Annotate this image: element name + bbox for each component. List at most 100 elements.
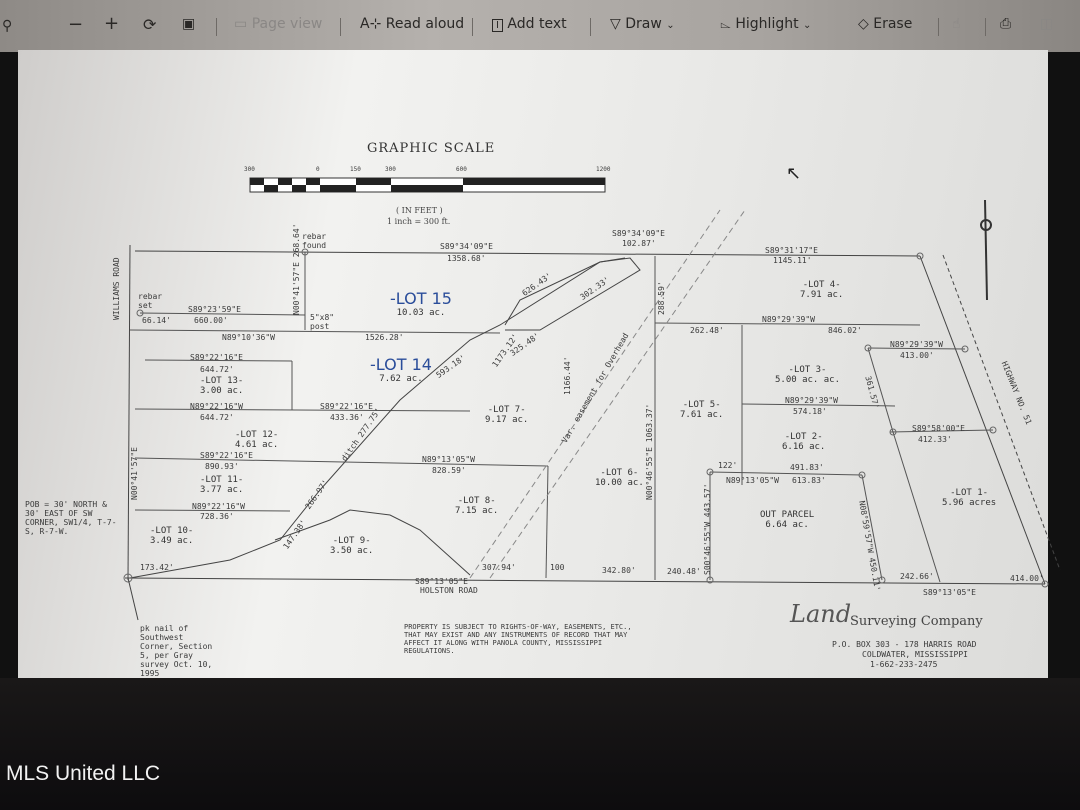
lot-15-label: -LOT 15 10.03 ac.	[390, 289, 452, 318]
boundary-distance: 100	[550, 563, 565, 572]
rebar-found-label: rebar found	[302, 232, 327, 250]
lot-bearing: N89°22'16"W	[190, 402, 243, 411]
lot-bearing: S89°22'16"E	[190, 353, 243, 362]
lot-area: 3.49 ac.	[150, 536, 194, 546]
property-notice: PROPERTY IS SUBJECT TO RIGHTS-OF-WAY, EA…	[404, 623, 632, 655]
scale-tick: 1200	[596, 166, 611, 173]
lot-bearing: N89°29'39"W	[762, 315, 815, 324]
lot-bearing: N00°41'57"E	[130, 447, 139, 500]
lot-8-label: -LOT 8- 7.15 ac.	[455, 496, 498, 516]
lot-name: -LOT 15	[390, 289, 452, 308]
lot-14-label: -LOT 14 7.62 ac.	[370, 355, 432, 384]
lot-area: 3.77 ac.	[200, 485, 244, 495]
screen-bezel	[0, 678, 1080, 810]
lot-4-label: -LOT 4- 7.91 ac.	[800, 280, 843, 300]
lot-12-label: -LOT 12- 4.61 ac.	[235, 430, 278, 450]
williams-road-label: WILLIAMS ROAD	[112, 257, 121, 320]
pk-nail-leader	[127, 577, 139, 621]
lot-area: 9.17 ac.	[485, 415, 529, 425]
company-phone: 1-662-233-2475	[870, 660, 938, 669]
lot-area: 3.50 ac.	[330, 546, 374, 556]
lot-bearing: N89°10'36"W	[222, 333, 275, 342]
lot-area: 10.00 ac.	[595, 478, 644, 488]
lot-name: -LOT 3-	[788, 365, 827, 375]
lot-distance: 412.33'	[918, 435, 952, 444]
lot-name: -LOT 8-	[457, 496, 496, 506]
boundary-distance: 307.94'	[482, 563, 516, 572]
lot-name: -LOT 11-	[200, 475, 244, 485]
lot-name: -LOT 6-	[600, 468, 639, 478]
boundary-distance: 173.42'	[140, 563, 174, 572]
lot-distance: 1526.28'	[365, 333, 404, 342]
pk-nail-note: pk nail of Southwest Corner, Section 5, …	[140, 624, 213, 678]
graphic-scale-bar	[249, 177, 606, 193]
lot-6-label: -LOT 6- 10.00 ac.	[595, 468, 644, 488]
lot-bearing: N00°41'57"E 268.64'	[292, 223, 301, 315]
lot-distance: 613.83'	[792, 476, 826, 485]
lot-name: -LOT 1-	[950, 488, 989, 498]
watermark: MLS United LLC	[6, 762, 161, 785]
lot-area: 4.61 ac.	[235, 440, 279, 450]
lot-bearing: S89°23'59"E	[188, 305, 241, 314]
lot-name: -LOT 13-	[200, 376, 244, 386]
boundary-distance: 242.66'	[900, 572, 934, 581]
lot-area: 7.61 ac.	[680, 410, 724, 420]
lot-name: -LOT 7-	[487, 405, 526, 415]
lot-area: 7.91 ac.	[800, 290, 844, 300]
holston-road-label: HOLSTON ROAD	[420, 586, 478, 595]
lot-bearing: N89°29'39"W	[890, 340, 943, 349]
scale-units: ( IN FEET )	[396, 206, 443, 215]
scale-title: GRAPHIC SCALE	[367, 141, 496, 156]
lot-area: 3.00 ac.	[200, 386, 244, 396]
lot-name: -LOT 10-	[150, 526, 194, 536]
lot-13-label: -LOT 13- 3.00 ac.	[200, 376, 243, 396]
lot-5-label: -LOT 5- 7.61 ac.	[680, 400, 723, 420]
lot-bearing: S89°22'16"E	[320, 402, 373, 411]
lot-distance: 828.59'	[432, 466, 466, 475]
lot-distance: 660.00'	[194, 316, 228, 325]
lot-name: -LOT 5-	[682, 400, 721, 410]
lot-distance: 262.48'	[690, 326, 724, 335]
north-arrow	[980, 199, 992, 301]
scale-ratio: 1 inch = 300 ft.	[387, 217, 451, 226]
lot-distance: 728.36'	[200, 512, 234, 521]
lot-distance: 644.72'	[200, 365, 234, 374]
lot-name: -LOT 9-	[332, 536, 371, 546]
lot-name: -LOT 14	[370, 355, 432, 374]
company-name: Surveying Company	[850, 614, 983, 629]
lot-distance: 491.83'	[790, 463, 824, 472]
boundary-bearing: S89°34'09"E	[612, 229, 665, 238]
lot-bearing: N89°13'05"W	[422, 455, 475, 464]
lot-bearing: N00°46'55"E 1063.37'	[645, 403, 654, 500]
company-logo-script: Land	[790, 600, 852, 628]
property-boundary	[124, 244, 1061, 585]
lot-10-label: -LOT 10- 3.49 ac.	[150, 526, 193, 546]
lot-bearing: S89°58'00"E	[912, 424, 965, 433]
boundary-bearing: S89°13'05"E	[415, 577, 468, 586]
lot-distance: 890.93'	[205, 462, 239, 471]
rebar-set-label: rebar set	[138, 292, 163, 310]
lot-11-label: -LOT 11- 3.77 ac.	[200, 475, 243, 495]
post-label: 5"x8" post	[310, 313, 335, 331]
boundary-bearing: S89°34'09"E	[440, 242, 493, 251]
lot-bearing: N89°22'16"W	[192, 502, 245, 511]
lot-3-label: -LOT 3- 5.00 ac. ac.	[775, 365, 840, 385]
boundary-distance: 414.00'	[1010, 574, 1044, 583]
lot-bearing: N89°13'05"W	[726, 476, 779, 485]
boundary-distance: 1145.11'	[773, 256, 812, 265]
pob-note: POB = 30' NORTH & 30' EAST OF SW CORNER,…	[25, 500, 117, 536]
lot-distance: 122'	[718, 461, 738, 470]
scale-tick: 600	[456, 166, 467, 173]
boundary-distance: 102.87'	[622, 239, 656, 248]
lot-bearing: S00°46'55"W 443.57'	[703, 483, 712, 575]
boundary-bearing: S89°13'05"E	[923, 588, 976, 597]
lot-distance: 574.18'	[793, 407, 827, 416]
boundary-distance: 342.80'	[602, 566, 636, 575]
boundary-distance: 240.48'	[667, 567, 701, 576]
lot-area: 6.16 ac.	[782, 442, 826, 452]
lot-bearing: S89°22'16"E	[200, 451, 253, 460]
lot-area: 5.00 ac. ac.	[775, 375, 841, 385]
lot-area: 7.15 ac.	[455, 506, 499, 516]
scale-tick: 150	[350, 166, 361, 173]
lot-9-label: -LOT 9- 3.50 ac.	[330, 536, 373, 556]
